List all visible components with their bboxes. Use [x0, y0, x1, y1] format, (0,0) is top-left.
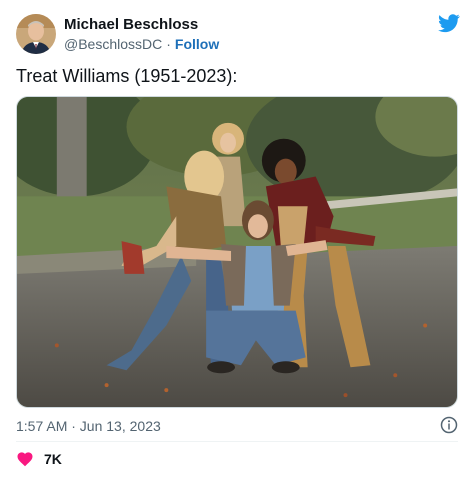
tweet-text: Treat Williams (1951-2023): — [16, 66, 238, 86]
author-display-name[interactable]: Michael Beschloss — [64, 15, 219, 35]
author-handle[interactable]: @BeschlossDC — [64, 35, 162, 53]
divider — [16, 441, 458, 442]
tweet-header: Michael Beschloss @BeschlossDC · Follow — [16, 12, 460, 56]
follow-button[interactable]: Follow — [175, 35, 219, 53]
info-icon[interactable] — [440, 416, 458, 434]
author-handle-row: @BeschlossDC · Follow — [64, 35, 219, 53]
avatar-image — [16, 14, 56, 54]
photo-image — [17, 97, 457, 407]
avatar[interactable] — [16, 14, 56, 54]
author-names: Michael Beschloss @BeschlossDC · Follow — [64, 15, 219, 53]
like-count: 7K — [44, 451, 62, 467]
bird-icon[interactable] — [438, 12, 460, 34]
tweet-timestamp[interactable]: 1:57 AM · Jun 13, 2023 — [16, 416, 161, 436]
tweet-card: Michael Beschloss @BeschlossDC · Follow … — [0, 0, 474, 478]
heart-icon[interactable] — [16, 450, 34, 468]
tweet-photo[interactable] — [16, 96, 458, 408]
separator-dot: · — [166, 36, 171, 52]
like-action[interactable]: 7K — [16, 450, 62, 468]
